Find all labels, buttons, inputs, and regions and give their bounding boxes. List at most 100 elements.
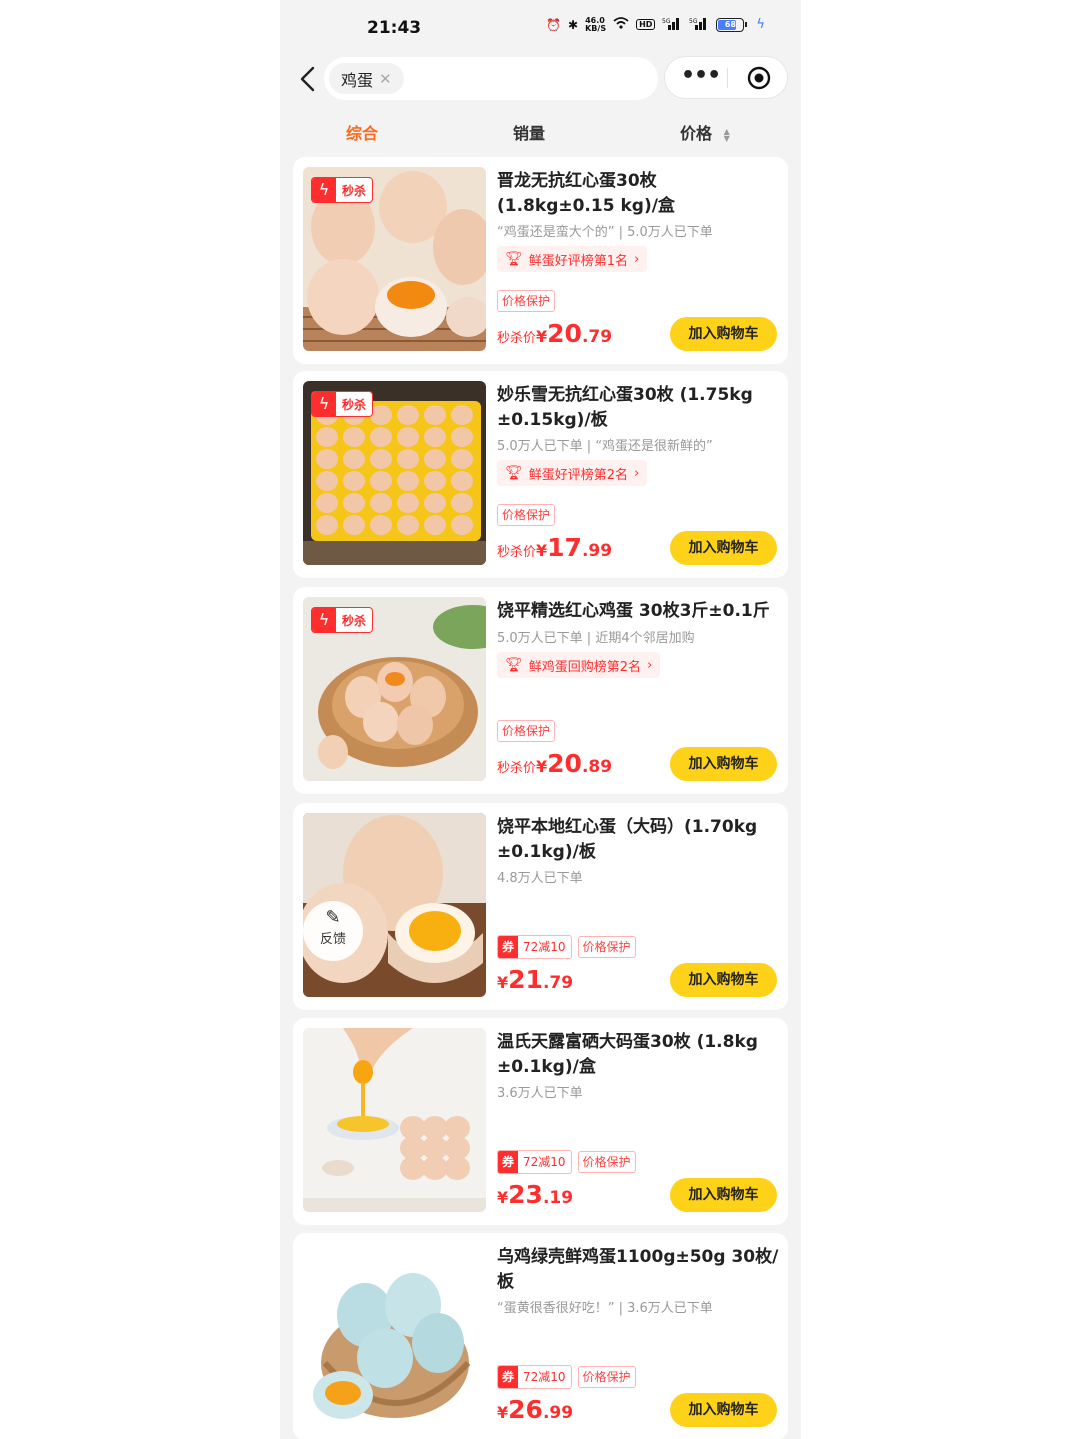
price-protection-tag: 价格保护	[497, 504, 556, 526]
price-integer: 21	[508, 965, 543, 994]
signal-icon-1: 5G	[662, 16, 682, 33]
product-image[interactable]: ✎ 反馈	[303, 813, 486, 997]
product-title[interactable]: 温氏天露富硒大码蛋30枚 (1.8kg ±0.1kg)/盒	[497, 1030, 779, 1080]
back-button[interactable]	[294, 64, 324, 94]
product-subtitle: 3.6万人已下单	[497, 1086, 583, 1101]
coupon-tag: 券 72减10	[497, 1150, 572, 1174]
signal-icon-2: 5G	[689, 16, 709, 33]
add-to-cart-button[interactable]: 加入购物车	[670, 747, 777, 781]
trophy-icon: 🏆︎	[505, 657, 523, 673]
coupon-text: 72减10	[523, 1370, 566, 1384]
add-to-cart-button[interactable]: 加入购物车	[670, 531, 777, 565]
product-card[interactable]: ϟ 秒杀 饶平精选红心鸡蛋 30枚3斤±0.1斤 5.0万人已下单 | 近期4个邻…	[293, 587, 788, 794]
tab-comprehensive[interactable]: 综合	[346, 120, 378, 144]
product-price: ¥21.79	[497, 965, 573, 994]
tab-price[interactable]: 价格 ▲ ▼	[680, 120, 730, 144]
add-to-cart-button[interactable]: 加入购物车	[670, 317, 777, 351]
currency-symbol: ¥	[497, 1188, 509, 1207]
product-tags: 价格保护	[497, 504, 556, 526]
product-image[interactable]: ϟ 秒杀	[303, 167, 486, 351]
product-image[interactable]: ϟ 秒杀	[303, 381, 486, 565]
ranking-text: 鲜蛋好评榜第2名	[528, 467, 629, 483]
feedback-label: 反馈	[319, 932, 346, 947]
price-protection-tag: 价格保护	[577, 936, 636, 958]
product-subtitle: “鸡蛋还是蛮大个的” | 5.0万人已下单	[497, 225, 713, 240]
product-card[interactable]: ✎ 反馈 饶平本地红心蛋（大码）(1.70kg ±0.1kg)/板 4.8万人已下…	[293, 803, 788, 1010]
add-to-cart-button[interactable]: 加入购物车	[670, 1178, 777, 1212]
status-bar: 21:43 ⏰ ✱ 46.0 KB/S HD 5G 5G 68 ϟ	[280, 0, 801, 58]
flash-sale-badge: ϟ 秒杀	[311, 391, 374, 417]
coupon-mark: 券	[498, 1151, 518, 1173]
price-prefix: 秒杀价	[497, 331, 537, 346]
price-integer: 23	[508, 1180, 543, 1209]
product-title[interactable]: 乌鸡绿壳鲜鸡蛋1100g±50g 30枚/板	[497, 1245, 779, 1295]
chevron-right-icon: ›	[634, 251, 640, 267]
search-query-chip[interactable]: 鸡蛋 ✕	[329, 63, 404, 94]
clear-query-icon[interactable]: ✕	[379, 70, 392, 88]
currency-symbol: ¥	[536, 757, 548, 776]
svg-text:5G: 5G	[689, 18, 698, 25]
price-protection-tag: 价格保护	[577, 1151, 636, 1173]
product-title[interactable]: 饶平本地红心蛋（大码）(1.70kg ±0.1kg)/板	[497, 815, 779, 865]
svg-text:5G: 5G	[662, 18, 671, 25]
lightning-icon: ϟ	[312, 178, 336, 202]
product-tags: 券 72减10 价格保护	[497, 1365, 636, 1389]
product-card[interactable]: 乌鸡绿壳鲜鸡蛋1100g±50g 30枚/板 “蛋黄很香很好吃！” | 3.6万人…	[293, 1233, 788, 1439]
price-decimal: .99	[542, 1403, 574, 1423]
close-mini-program-icon[interactable]	[747, 66, 771, 90]
flash-sale-label: 秒杀	[342, 183, 367, 198]
ranking-text: 鲜蛋好评榜第1名	[528, 253, 629, 269]
flash-sale-label: 秒杀	[342, 397, 367, 412]
chevron-right-icon: ›	[647, 657, 653, 673]
ranking-text: 鲜鸡蛋回购榜第2名	[528, 659, 642, 675]
product-card[interactable]: ϟ 秒杀 晋龙无抗红心蛋30枚 (1.8kg±0.15 kg)/盒 “鸡蛋还是蛮大…	[293, 157, 788, 364]
price-decimal: .89	[581, 757, 613, 777]
product-title[interactable]: 晋龙无抗红心蛋30枚 (1.8kg±0.15 kg)/盒	[497, 169, 779, 219]
more-options-icon[interactable]: •••	[681, 65, 721, 88]
product-image[interactable]: ϟ 秒杀	[303, 597, 486, 781]
coupon-mark: 券	[498, 1366, 518, 1388]
feedback-button[interactable]: ✎ 反馈	[303, 901, 363, 961]
flash-sale-badge: ϟ 秒杀	[311, 177, 374, 203]
price-integer: 17	[547, 533, 582, 562]
product-subtitle: “蛋黄很香很好吃！” | 3.6万人已下单	[497, 1301, 713, 1316]
product-title[interactable]: 饶平精选红心鸡蛋 30枚3斤±0.1斤	[497, 599, 779, 624]
tab-sales[interactable]: 销量	[513, 120, 545, 144]
sort-tabs: 综合 销量 价格 ▲ ▼	[280, 116, 801, 146]
product-subtitle: 5.0万人已下单 | 近期4个邻居加购	[497, 631, 695, 646]
price-protection-tag: 价格保护	[497, 290, 556, 312]
product-title[interactable]: 妙乐雪无抗红心蛋30枚 (1.75kg ±0.15kg)/板	[497, 383, 779, 433]
product-tags: 券 72减10 价格保护	[497, 1150, 636, 1174]
search-bar[interactable]: 鸡蛋 ✕	[324, 57, 658, 100]
product-tags: 券 72减10 价格保护	[497, 935, 636, 959]
ranking-badge[interactable]: 🏆︎ 鲜蛋好评榜第2名 ›	[497, 460, 648, 486]
product-card[interactable]: 温氏天露富硒大码蛋30枚 (1.8kg ±0.1kg)/盒 3.6万人已下单 券 …	[293, 1018, 788, 1225]
search-query-text: 鸡蛋	[341, 70, 374, 90]
alarm-icon: ⏰	[546, 17, 562, 32]
add-to-cart-button[interactable]: 加入购物车	[670, 963, 777, 997]
status-time: 21:43	[367, 18, 422, 38]
mini-program-capsule: •••	[664, 56, 788, 99]
trophy-icon: 🏆︎	[505, 251, 523, 267]
wifi-icon	[613, 17, 629, 32]
product-image[interactable]	[303, 1243, 486, 1427]
currency-symbol: ¥	[497, 1403, 509, 1422]
product-price: 秒杀价¥20.89	[497, 749, 612, 778]
product-price: 秒杀价¥20.79	[497, 319, 612, 348]
add-to-cart-button[interactable]: 加入购物车	[670, 1393, 777, 1427]
price-integer: 26	[508, 1395, 543, 1424]
product-card[interactable]: ϟ 秒杀 妙乐雪无抗红心蛋30枚 (1.75kg ±0.15kg)/板 5.0万人…	[293, 371, 788, 578]
product-price: ¥23.19	[497, 1180, 573, 1209]
ranking-badge[interactable]: 🏆︎ 鲜蛋好评榜第1名 ›	[497, 246, 648, 272]
currency-symbol: ¥	[497, 973, 509, 992]
product-image[interactable]	[303, 1028, 486, 1212]
phone-screen: 21:43 ⏰ ✱ 46.0 KB/S HD 5G 5G 68 ϟ 鸡蛋 ✕ •…	[280, 0, 801, 1439]
price-prefix: 秒杀价	[497, 545, 537, 560]
product-subtitle: 4.8万人已下单	[497, 871, 583, 886]
chevron-right-icon: ›	[634, 465, 640, 481]
currency-symbol: ¥	[536, 541, 548, 560]
product-tags: 价格保护	[497, 290, 556, 312]
coupon-tag: 券 72减10	[497, 1365, 572, 1389]
ranking-badge[interactable]: 🏆︎ 鲜鸡蛋回购榜第2名 ›	[497, 652, 661, 678]
lightning-icon: ϟ	[312, 608, 336, 632]
